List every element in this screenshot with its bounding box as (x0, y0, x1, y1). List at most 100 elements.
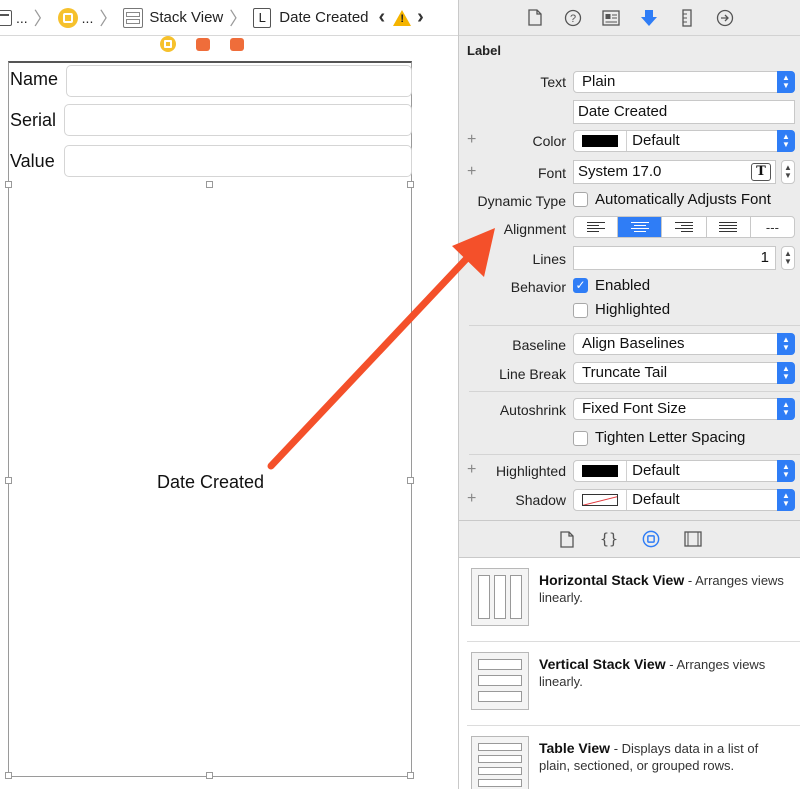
highlighted-label[interactable]: Highlighted (595, 301, 670, 318)
align-left-button[interactable] (574, 217, 619, 237)
chevron-left-icon[interactable]: ‹ (379, 6, 386, 29)
color-popup[interactable]: Default ▲ ▼ (573, 130, 795, 152)
baseline-popup[interactable]: Align Baselines ▲ ▼ (573, 333, 795, 355)
align-justified-button[interactable] (707, 217, 751, 237)
size-inspector-icon[interactable] (678, 8, 696, 27)
font-picker-icon[interactable]: T (751, 163, 771, 181)
align-natural-button[interactable]: --- (751, 217, 794, 237)
serial-label[interactable]: Serial (10, 110, 56, 131)
tighten-letter-spacing-label[interactable]: Tighten Letter Spacing (595, 429, 745, 446)
object-library-icon[interactable] (642, 530, 660, 548)
lines-stepper[interactable]: ▲ ▼ (781, 246, 795, 270)
popup-chevron-icon: ▲ ▼ (777, 460, 795, 482)
serial-field[interactable] (64, 104, 412, 136)
library-item-horizontal-stack-view[interactable]: Horizontal Stack View - Arranges views l… (467, 558, 800, 642)
popup-divider (626, 490, 627, 510)
jump-bar-item-label: ... (81, 9, 94, 26)
resize-handle[interactable] (407, 477, 414, 484)
text-type-popup[interactable]: Plain ▲ ▼ (573, 71, 795, 93)
media-library-icon[interactable] (684, 530, 702, 548)
library-item-text: Table View - Displays data in a list of … (539, 740, 789, 774)
popup-divider (626, 131, 627, 151)
adjusts-font-label[interactable]: Automatically Adjusts Font (595, 191, 771, 208)
library-tabs: {} (459, 520, 800, 558)
svg-text:?: ? (570, 13, 576, 25)
value-field[interactable] (64, 145, 412, 177)
adjusts-font-checkbox[interactable] (573, 192, 588, 207)
add-variation-button[interactable]: + (467, 461, 476, 479)
resize-handle[interactable] (206, 181, 213, 188)
name-field[interactable] (66, 65, 412, 97)
resize-handle[interactable] (5, 772, 12, 779)
text-field-value: Date Created (578, 103, 668, 120)
name-label[interactable]: Name (10, 69, 58, 90)
add-variation-button[interactable]: + (467, 163, 476, 181)
line-break-popup[interactable]: Truncate Tail ▲ ▼ (573, 362, 795, 384)
section-divider (469, 325, 800, 326)
warning-glyph: ! (400, 12, 404, 25)
lines-field[interactable]: 1 (573, 246, 776, 270)
resize-handle[interactable] (407, 181, 414, 188)
autoshrink-popup[interactable]: Fixed Font Size ▲ ▼ (573, 398, 795, 420)
popup-value: Plain (582, 73, 616, 90)
jump-bar-item-storyboard[interactable]: ... (0, 0, 28, 35)
section-divider (469, 391, 800, 392)
value-label[interactable]: Value (10, 151, 55, 172)
alignment-segmented-control[interactable]: --- (573, 216, 795, 238)
jump-bar-item-label: Date Created (279, 9, 369, 26)
font-field[interactable]: System 17.0 T (573, 160, 776, 184)
resize-handle[interactable] (5, 181, 12, 188)
warning-icon[interactable]: ! (393, 9, 412, 26)
jump-bar-item-view-controller[interactable]: ... (57, 0, 94, 35)
label-text-field[interactable]: Date Created (573, 100, 795, 124)
library-item-vertical-stack-view[interactable]: Vertical Stack View - Arranges views lin… (467, 642, 800, 726)
shadow-color-popup[interactable]: Default ▲ ▼ (573, 489, 795, 511)
exit-icon[interactable] (230, 38, 244, 51)
popup-chevron-icon: ▲ ▼ (777, 130, 795, 152)
color-swatch (582, 465, 618, 478)
connections-inspector-icon[interactable] (716, 9, 734, 27)
tighten-letter-spacing-checkbox[interactable] (573, 431, 588, 446)
view-controller-icon[interactable] (160, 36, 176, 52)
library-item-table-view[interactable]: Table View - Displays data in a list of … (467, 726, 800, 789)
storyboard-canvas[interactable]: ... 〉 ... 〉 Stack View 〉 L Date Created … (0, 0, 458, 789)
add-variation-button[interactable]: + (467, 490, 476, 508)
enabled-label[interactable]: Enabled (595, 277, 650, 294)
code-snippet-icon[interactable]: {} (600, 530, 618, 548)
highlighted-color-row-label: Highlighted (495, 463, 566, 479)
popup-value: Fixed Font Size (582, 400, 687, 417)
align-natural-icon: --- (765, 219, 779, 235)
align-center-button[interactable] (618, 217, 663, 237)
enabled-checkbox[interactable]: ✓ (573, 278, 588, 293)
text-row-label: Text (540, 74, 566, 90)
library-item-text: Vertical Stack View - Arranges views lin… (539, 656, 789, 690)
highlighted-checkbox[interactable] (573, 303, 588, 318)
resize-handle[interactable] (407, 772, 414, 779)
resize-handle[interactable] (5, 477, 12, 484)
shadow-row-label: Shadow (515, 492, 566, 508)
add-variation-button[interactable]: + (467, 131, 476, 149)
font-row-label: Font (537, 165, 566, 181)
jump-bar-item-date-created[interactable]: L Date Created (253, 0, 369, 35)
stack-view-icon (123, 7, 144, 28)
view-controller-scene[interactable]: Name Serial Value Date Created (5, 61, 414, 779)
highlighted-color-popup[interactable]: Default ▲ ▼ (573, 460, 795, 482)
resize-handle[interactable] (206, 772, 213, 779)
align-right-button[interactable] (662, 217, 707, 237)
no-color-swatch (582, 494, 618, 507)
attributes-inspector-icon[interactable] (640, 9, 658, 27)
file-inspector-icon[interactable] (526, 9, 544, 27)
first-responder-icon[interactable] (196, 38, 210, 51)
svg-text:{}: {} (601, 530, 617, 548)
jump-bar-item-stack-view[interactable]: Stack View (123, 0, 223, 35)
library-item-title: Horizontal Stack View (539, 572, 685, 588)
popup-chevron-icon: ▲ ▼ (777, 489, 795, 511)
chevron-right-nav-icon[interactable]: › (417, 6, 424, 29)
font-size-stepper[interactable]: ▲ ▼ (781, 160, 795, 184)
date-created-label[interactable]: Date Created (157, 472, 264, 493)
identity-inspector-icon[interactable] (602, 9, 620, 27)
popup-chevron-icon: ▲ ▼ (777, 398, 795, 420)
quick-help-icon[interactable]: ? (564, 9, 582, 27)
inspector-panel: ? Label Text Plain ▲ ▼ Date Created + Col… (458, 0, 800, 789)
file-template-icon[interactable] (558, 530, 576, 548)
